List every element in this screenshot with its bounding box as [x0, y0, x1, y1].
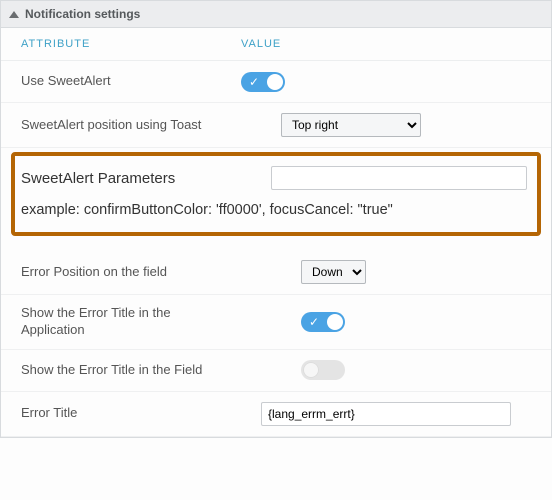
label-show-title-app: Show the Error Title in the Application — [21, 305, 241, 339]
toggle-knob — [303, 362, 319, 378]
row-show-title-field: Show the Error Title in the Field ✓ — [1, 350, 551, 392]
input-params[interactable] — [271, 166, 527, 190]
column-headers: ATTRIBUTE VALUE — [1, 28, 551, 61]
panel-title: Notification settings — [25, 7, 140, 21]
row-error-title: Error Title — [1, 392, 551, 437]
notification-settings-panel: Notification settings ATTRIBUTE VALUE Us… — [0, 0, 552, 438]
toggle-use-sweetalert[interactable]: ✓ — [241, 72, 285, 92]
label-use-sweetalert: Use SweetAlert — [21, 73, 241, 90]
toggle-knob — [327, 314, 343, 330]
toggle-show-title-field[interactable]: ✓ — [301, 360, 345, 380]
row-position-toast: SweetAlert position using Toast Top righ… — [1, 103, 551, 148]
check-icon: ✓ — [309, 314, 319, 330]
row-use-sweetalert: Use SweetAlert ✓ — [1, 61, 551, 103]
example-params: example: confirmButtonColor: 'ff0000', f… — [21, 194, 527, 218]
row-error-position: Error Position on the field Down — [1, 250, 551, 295]
check-icon: ✓ — [249, 74, 259, 90]
select-position-toast[interactable]: Top right — [281, 113, 421, 137]
select-error-position[interactable]: Down — [301, 260, 366, 284]
label-show-title-field: Show the Error Title in the Field — [21, 362, 241, 379]
highlight-params: SweetAlert Parameters example: confirmBu… — [11, 152, 541, 236]
row-show-title-app: Show the Error Title in the Application … — [1, 295, 551, 350]
label-position-toast: SweetAlert position using Toast — [21, 117, 241, 134]
label-params: SweetAlert Parameters — [21, 170, 271, 187]
label-error-title: Error Title — [21, 405, 241, 422]
toggle-show-title-app[interactable]: ✓ — [301, 312, 345, 332]
column-value: VALUE — [241, 38, 531, 50]
toggle-knob — [267, 74, 283, 90]
label-error-position: Error Position on the field — [21, 264, 241, 281]
input-error-title[interactable] — [261, 402, 511, 426]
column-attribute: ATTRIBUTE — [21, 38, 241, 50]
panel-header[interactable]: Notification settings — [1, 1, 551, 28]
collapse-icon — [9, 11, 19, 18]
